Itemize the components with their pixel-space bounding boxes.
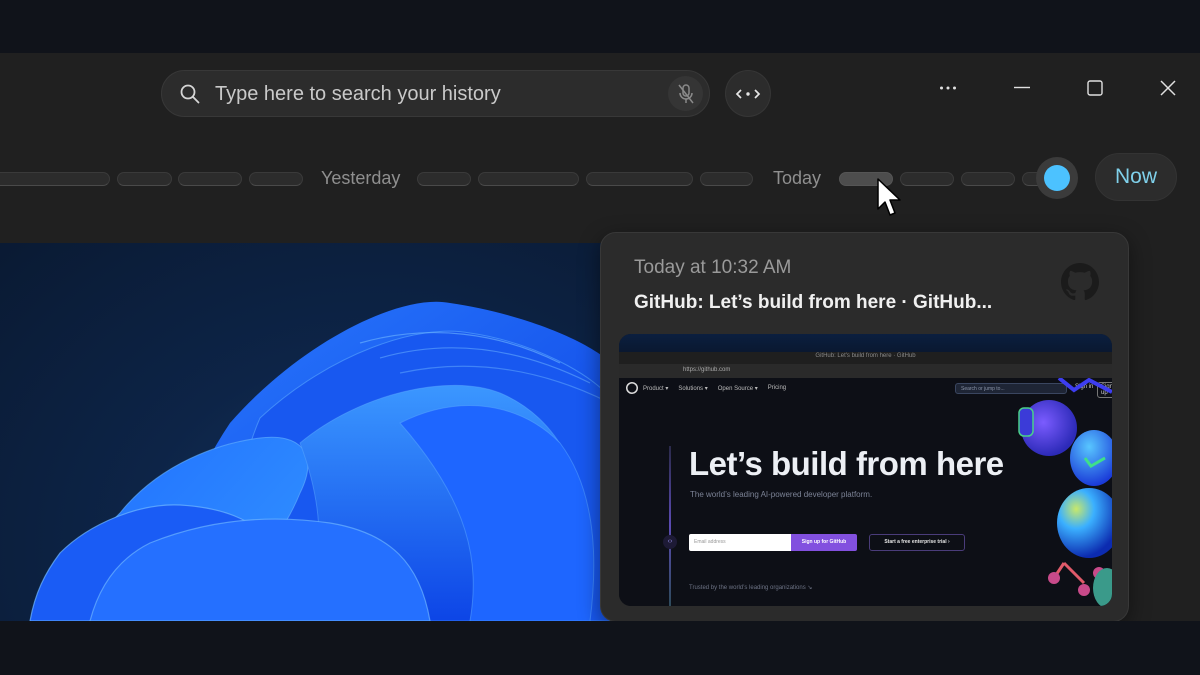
timeline-segment[interactable] bbox=[117, 172, 172, 186]
timeline-thumb-dot bbox=[1044, 165, 1070, 191]
timeline-segment[interactable] bbox=[417, 172, 471, 186]
thumbnail-browser-titlebar: GitHub: Let's build from here · GitHub bbox=[619, 352, 1112, 364]
thumbnail-hero-heading: Let’s build from here bbox=[689, 445, 1004, 482]
close-button[interactable] bbox=[1148, 73, 1188, 103]
timeline-segment[interactable] bbox=[178, 172, 242, 186]
maximize-icon bbox=[1087, 80, 1103, 96]
thumbnail-code-node-icon: ‹› bbox=[663, 535, 677, 549]
code-view-button[interactable] bbox=[725, 70, 771, 117]
snapshot-preview-card[interactable]: Today at 10:32 AM GitHub: Let’s build fr… bbox=[600, 232, 1129, 621]
search-input[interactable] bbox=[215, 77, 655, 111]
thumbnail-nav-item: Product ▾ bbox=[643, 386, 669, 392]
search-icon bbox=[180, 84, 200, 104]
snapshot-title: GitHub: Let’s build from here · GitHub..… bbox=[634, 292, 993, 313]
thumbnail-window-title: GitHub: Let's build from here · GitHub bbox=[815, 353, 916, 359]
timeline-label-yesterday: Yesterday bbox=[321, 168, 401, 188]
thumbnail-timeline-line bbox=[669, 446, 671, 606]
timeline-slider[interactable]: Yesterday Today Now bbox=[0, 153, 1200, 213]
mic-off-icon bbox=[677, 83, 694, 103]
voice-search-button[interactable] bbox=[668, 76, 703, 111]
timeline-segment[interactable] bbox=[249, 172, 303, 186]
timeline-segment[interactable] bbox=[586, 172, 693, 186]
timeline-segment[interactable] bbox=[0, 172, 110, 186]
more-options-icon bbox=[940, 86, 956, 90]
thumbnail-trusted-text: Trusted by the world’s leading organizat… bbox=[689, 585, 813, 591]
thumbnail-email-field: Email address bbox=[689, 534, 791, 551]
bloom-wallpaper-image bbox=[29, 301, 620, 621]
timeline-label-today: Today bbox=[773, 168, 822, 188]
thumbnail-nav-item: Pricing bbox=[767, 385, 787, 391]
timeline-segment[interactable] bbox=[700, 172, 753, 186]
more-options-button[interactable] bbox=[928, 73, 968, 103]
timeline-segment[interactable] bbox=[900, 172, 954, 186]
thumbnail-nav-item: Solutions ▾ bbox=[678, 386, 708, 392]
minimize-button[interactable] bbox=[1002, 73, 1042, 103]
thumbnail-github-page: Product ▾ Solutions ▾ Open Source ▾ Pric… bbox=[619, 378, 1112, 606]
thumbnail-nav-item: Open Source ▾ bbox=[717, 386, 758, 392]
snapshot-thumbnail[interactable]: GitHub: Let's build from here · GitHub h… bbox=[619, 334, 1112, 606]
thumbnail-mascot-art bbox=[1018, 378, 1112, 606]
timeline-thumb[interactable] bbox=[1036, 157, 1078, 199]
thumbnail-url: https://github.com bbox=[683, 367, 731, 373]
mouse-cursor-icon bbox=[877, 178, 901, 216]
timeline-segment[interactable] bbox=[961, 172, 1015, 186]
github-icon bbox=[1061, 263, 1099, 301]
thumbnail-nav: Product ▾ Solutions ▾ Open Source ▾ Pric… bbox=[643, 385, 786, 392]
thumbnail-wallpaper-strip bbox=[619, 334, 1112, 352]
timeline-segment[interactable] bbox=[478, 172, 579, 186]
thumbnail-github-logo-icon bbox=[626, 382, 638, 394]
thumbnail-hero-subtitle: The world’s leading AI-powered developer… bbox=[690, 490, 873, 499]
thumbnail-signup-button: Sign up for GitHub bbox=[791, 534, 857, 551]
minimize-icon bbox=[1014, 86, 1030, 89]
thumbnail-address-bar: https://github.com bbox=[619, 364, 1112, 378]
maximize-button[interactable] bbox=[1075, 73, 1115, 103]
desktop-snapshot[interactable] bbox=[0, 243, 620, 621]
code-view-icon bbox=[735, 88, 761, 99]
now-button[interactable]: Now bbox=[1095, 153, 1177, 201]
snapshot-time: Today at 10:32 AM bbox=[634, 257, 792, 278]
search-bar[interactable] bbox=[161, 70, 710, 117]
thumbnail-trial-button: Start a free enterprise trial › bbox=[869, 534, 965, 551]
close-icon bbox=[1160, 80, 1176, 96]
recall-window: Yesterday Today Now bbox=[0, 53, 1200, 621]
